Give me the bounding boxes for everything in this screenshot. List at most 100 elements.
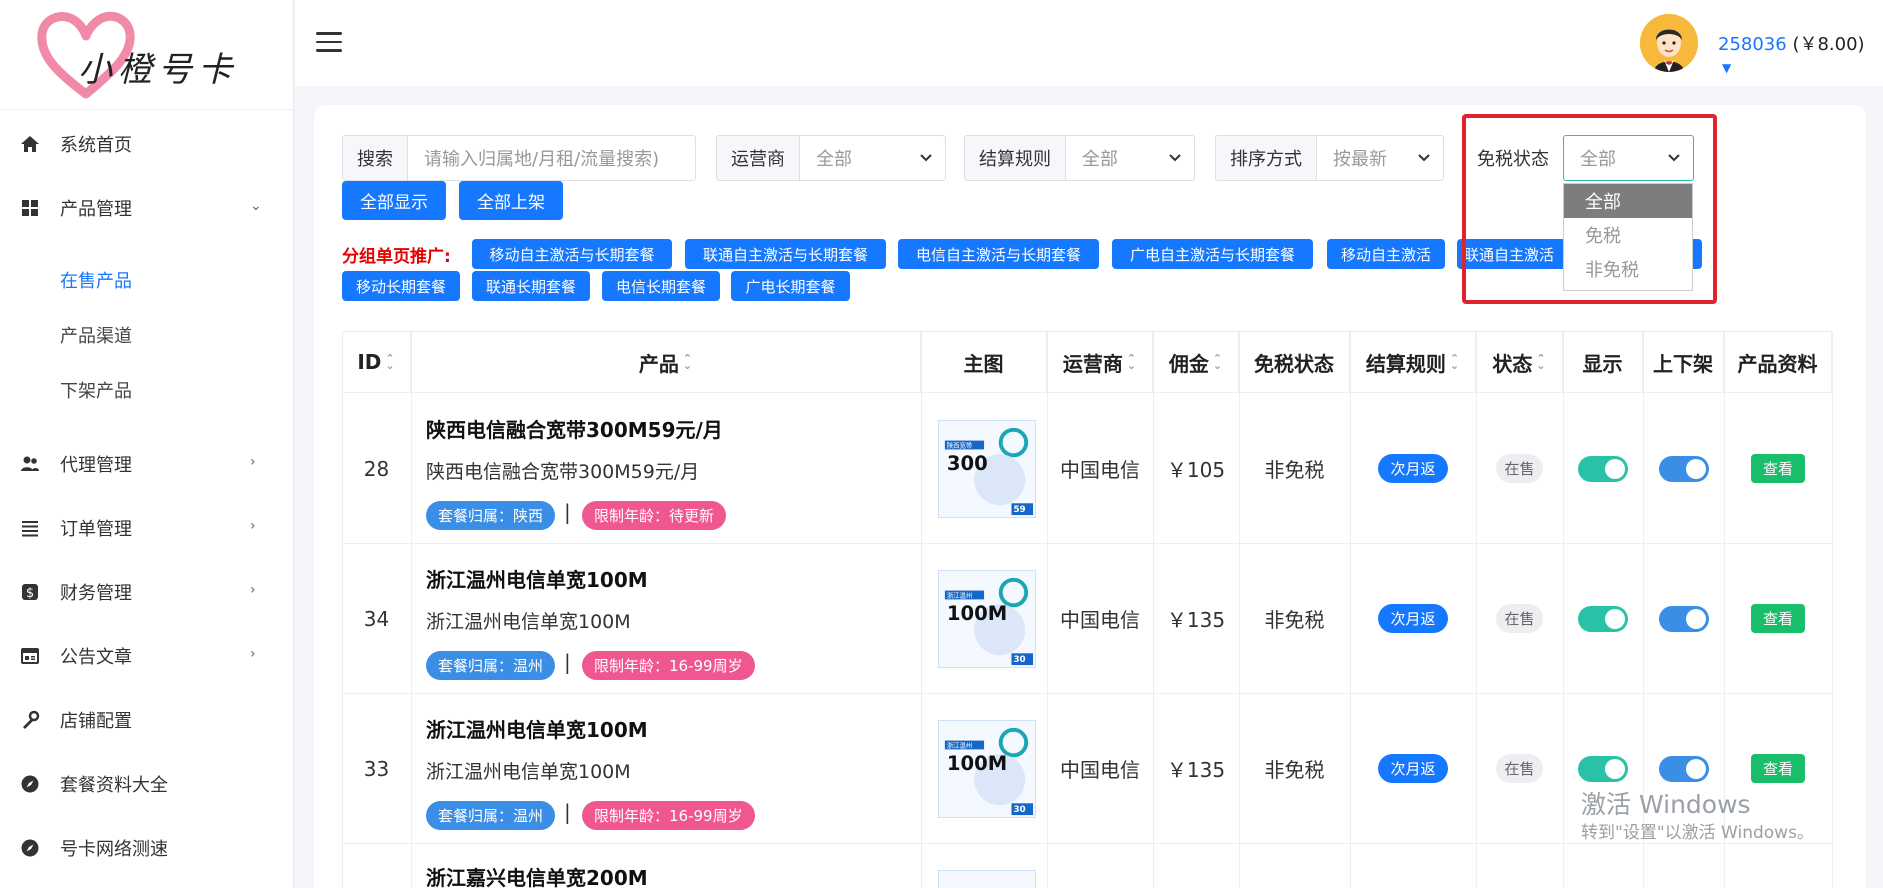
sidebar-subitem-on-sale[interactable]: 在售产品 bbox=[0, 252, 293, 307]
hamburger-menu-icon[interactable] bbox=[316, 32, 342, 52]
chevron-right-icon: › bbox=[250, 518, 256, 534]
sidebar-item-products[interactable]: 产品管理 ⌄ bbox=[0, 176, 293, 240]
sidebar-item-agents[interactable]: 代理管理 › bbox=[0, 432, 293, 496]
telecom-logo-icon: 浙江温州 100M 30 bbox=[944, 727, 1034, 815]
sort-icon: ⌃ ⌄ bbox=[682, 352, 693, 372]
promo-tag[interactable]: 移动自主激活 bbox=[1327, 239, 1445, 269]
sidebar-item-home[interactable]: 系统首页 bbox=[0, 112, 293, 176]
sidebar-item-orders[interactable]: 订单管理 › bbox=[0, 496, 293, 560]
carrier-filter: 运营商 全部 bbox=[716, 135, 946, 181]
users-icon bbox=[21, 456, 39, 471]
tag-separator: | bbox=[564, 500, 571, 524]
row-id: 28 bbox=[363, 456, 390, 481]
sidebar-item-label: 公告文章 bbox=[60, 647, 132, 668]
col-status[interactable]: 状态 ⌃ ⌄ bbox=[1476, 332, 1563, 392]
promo-tag[interactable]: 移动自主激活与长期套餐 bbox=[472, 239, 672, 269]
chevron-right-icon: › bbox=[250, 454, 256, 470]
sidebar-item-plan-docs[interactable]: 套餐资料大全 bbox=[0, 752, 293, 816]
avatar[interactable] bbox=[1640, 14, 1698, 72]
svg-text:100M: 100M bbox=[947, 752, 1007, 775]
product-title[interactable]: 浙江温州电信单宽100M bbox=[426, 714, 648, 743]
promo-tag[interactable]: 广电自主激活与长期套餐 bbox=[1112, 239, 1313, 269]
product-title[interactable]: 浙江温州电信单宽100M bbox=[426, 564, 648, 593]
product-subtitle: 浙江温州电信单宽100M bbox=[426, 761, 631, 783]
sidebar-item-store-config[interactable]: 店铺配置 bbox=[0, 688, 293, 752]
carrier-select[interactable]: 全部 bbox=[800, 136, 945, 180]
sort-icon: ⌃ ⌄ bbox=[385, 352, 395, 372]
region-tag: 套餐归属：温州 bbox=[426, 651, 556, 680]
product-thumbnail[interactable]: 浙江温州 100M 30 bbox=[938, 720, 1036, 818]
telecom-logo-icon: 陕西宽带 300 59 bbox=[944, 427, 1034, 515]
product-title[interactable]: 陕西电信融合宽带300M59元/月 bbox=[426, 414, 723, 443]
product-thumbnail[interactable]: 浙江温州 100M 30 bbox=[938, 570, 1036, 668]
promo-tag[interactable]: 移动长期套餐 bbox=[342, 271, 460, 301]
promo-tag[interactable]: 联通自主激活与长期套餐 bbox=[685, 239, 886, 269]
settle-filter: 结算规则 全部 bbox=[964, 135, 1195, 181]
sidebar-item-label: 系统首页 bbox=[60, 135, 132, 156]
user-account-menu[interactable]: 258036 (￥8.00) ▼ bbox=[1718, 30, 1883, 77]
listing-toggle[interactable] bbox=[1658, 605, 1709, 632]
listing-toggle[interactable] bbox=[1658, 755, 1709, 782]
show-all-button[interactable]: 全部显示 bbox=[342, 181, 446, 220]
promo-tag[interactable]: 电信长期套餐 bbox=[602, 271, 720, 301]
svg-text:浙江温州: 浙江温州 bbox=[947, 590, 972, 599]
chevron-right-icon: › bbox=[250, 582, 256, 598]
row-carrier: 中国电信 bbox=[1060, 608, 1140, 632]
sort-icon: ⌃ ⌄ bbox=[1449, 352, 1460, 372]
view-button[interactable]: 查看 bbox=[1750, 454, 1805, 483]
avatar-face-icon bbox=[1640, 14, 1698, 72]
view-button[interactable]: 查看 bbox=[1750, 754, 1805, 783]
col-commission[interactable]: 佣金 ⌃ ⌄ bbox=[1153, 332, 1239, 392]
product-thumbnail[interactable] bbox=[938, 870, 1036, 888]
search-input[interactable]: 请输入归属地/月租/流量搜索) bbox=[408, 136, 695, 180]
sort-select[interactable]: 按最新 bbox=[1317, 136, 1443, 180]
svg-text:30: 30 bbox=[1013, 655, 1025, 665]
settle-select[interactable]: 全部 bbox=[1066, 136, 1194, 180]
table-row: 浙江嘉兴电信单宽200M bbox=[342, 844, 1832, 888]
sidebar-subitem-delisted[interactable]: 下架产品 bbox=[0, 362, 293, 417]
sidebar-item-label: 产品管理 bbox=[60, 199, 132, 220]
list-all-button[interactable]: 全部上架 bbox=[459, 181, 563, 220]
col-product[interactable]: 产品 ⌃ ⌄ bbox=[411, 332, 921, 392]
svg-text:$: $ bbox=[26, 586, 34, 601]
sidebar-subitem-channels[interactable]: 产品渠道 bbox=[0, 307, 293, 362]
display-toggle[interactable] bbox=[1578, 605, 1628, 632]
col-id[interactable]: ID ⌃ ⌄ bbox=[342, 332, 411, 392]
settle-badge: 次月返 bbox=[1378, 754, 1448, 783]
logo-text: 小橙号卡 bbox=[78, 50, 238, 90]
display-toggle[interactable] bbox=[1578, 455, 1628, 482]
sidebar-item-label: 代理管理 bbox=[60, 455, 132, 476]
display-toggle[interactable] bbox=[1578, 755, 1628, 782]
listing-toggle[interactable] bbox=[1658, 455, 1709, 482]
promo-tag[interactable]: 广电长期套餐 bbox=[731, 271, 850, 301]
sidebar-item-articles[interactable]: 公告文章 › bbox=[0, 624, 293, 688]
col-carrier[interactable]: 运营商 ⌃ ⌄ bbox=[1047, 332, 1153, 392]
grid-icon bbox=[22, 200, 38, 216]
search-label: 搜索 bbox=[343, 136, 408, 180]
region-tag: 套餐归属：温州 bbox=[426, 801, 556, 830]
row-id: 33 bbox=[363, 756, 390, 781]
svg-text:59: 59 bbox=[1013, 505, 1025, 515]
windows-activation-hint: 转到"设置"以激活 Windows。 bbox=[1581, 823, 1814, 843]
product-thumbnail[interactable]: 陕西宽带 300 59 bbox=[938, 420, 1036, 518]
sidebar-item-speed-test[interactable]: 号卡网络测速 bbox=[0, 816, 293, 880]
sort-icon: ⌃ ⌄ bbox=[1536, 352, 1546, 372]
col-settle[interactable]: 结算规则 ⌃ ⌄ bbox=[1350, 332, 1476, 392]
status-badge: 在售 bbox=[1496, 604, 1543, 633]
sidebar-item-finance[interactable]: $ 财务管理 › bbox=[0, 560, 293, 624]
view-button[interactable]: 查看 bbox=[1750, 604, 1805, 633]
promo-tag[interactable]: 电信自主激活与长期套餐 bbox=[898, 239, 1099, 269]
chevron-right-icon: › bbox=[250, 646, 256, 662]
product-title[interactable]: 浙江嘉兴电信单宽200M bbox=[426, 862, 648, 888]
row-commission: ￥105 bbox=[1166, 458, 1226, 482]
brand-logo[interactable]: 小橙号卡 bbox=[0, 0, 293, 110]
user-id: 258036 bbox=[1718, 34, 1787, 55]
col-tax: 免税状态 bbox=[1239, 332, 1350, 392]
list-icon bbox=[22, 521, 38, 537]
search-group: 搜索 请输入归属地/月租/流量搜索) bbox=[342, 135, 696, 181]
promo-tag[interactable]: 联通长期套餐 bbox=[472, 271, 590, 301]
chevron-down-icon bbox=[920, 154, 932, 162]
svg-text:陕西宽带: 陕西宽带 bbox=[947, 440, 973, 449]
compass-icon bbox=[21, 839, 39, 857]
tag-separator: | bbox=[564, 800, 571, 824]
